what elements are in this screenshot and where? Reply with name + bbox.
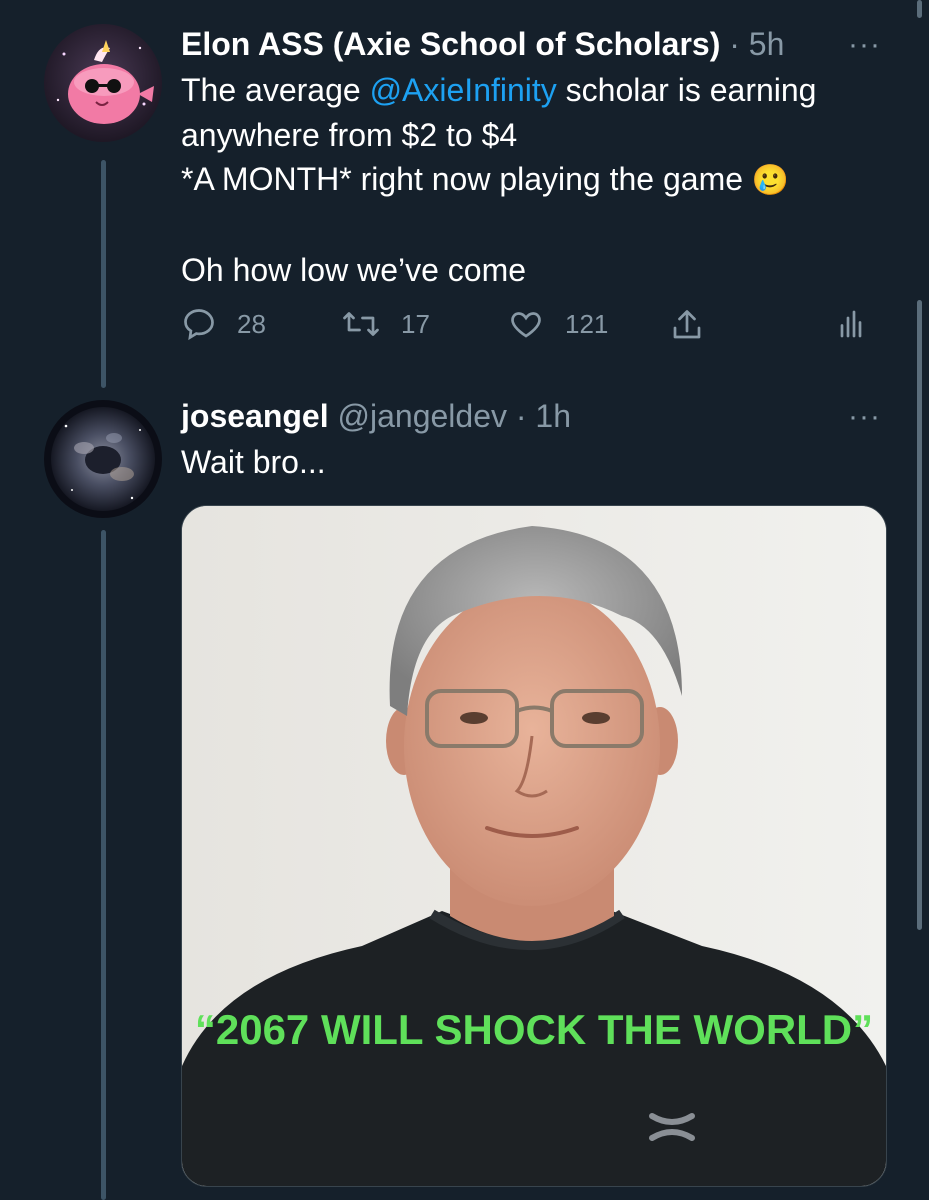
reply-icon (184, 309, 214, 341)
media-caption-text: “2067 WILL SHOCK THE WORLD” (194, 1006, 874, 1053)
avatar[interactable] (44, 24, 162, 142)
tweet-header: joseangel @jangeldev · 1h (181, 398, 571, 435)
thread-connector-line (101, 530, 106, 1200)
tweet-text-line: The average @AxieInfinity scholar is ear… (181, 72, 817, 108)
like-count: 121 (565, 308, 609, 339)
retweet-button[interactable]: 17 (341, 306, 430, 342)
author-name[interactable]: joseangel (181, 398, 329, 434)
reply-button[interactable]: 28 (181, 306, 266, 342)
tweet-text: Wait bro... (181, 440, 891, 485)
tweet-media-image[interactable]: “2067 WILL SHOCK THE WORLD” (181, 505, 887, 1187)
crying-smile-emoji: 🥲 (751, 163, 790, 198)
tweet-text: The average @AxieInfinity scholar is ear… (181, 68, 891, 293)
scrollbar[interactable] (917, 0, 922, 18)
avatar[interactable] (44, 400, 162, 518)
retweet-icon (343, 312, 379, 336)
analytics-icon (840, 310, 862, 338)
mention-link[interactable]: @AxieInfinity (370, 72, 557, 108)
photo-portrait (182, 506, 886, 1186)
tweet-actions: 28 17 121 (181, 306, 881, 350)
analytics-button[interactable] (839, 306, 883, 342)
share-icon (673, 310, 701, 339)
tweet-timestamp[interactable]: · 5h (720, 26, 784, 62)
like-button[interactable]: 121 (507, 306, 608, 342)
heart-icon (511, 312, 541, 338)
share-button[interactable] (669, 306, 725, 344)
retweet-count: 17 (401, 308, 430, 339)
scrollbar-thumb[interactable] (917, 300, 922, 930)
tweet-text-line: Oh how low we’ve come (181, 252, 527, 288)
tweet-text-line: *A MONTH* right now playing the game 🥲 (181, 161, 790, 198)
tweet-text-line: anywhere from $2 to $4 (181, 116, 518, 153)
thread-connector-line (101, 160, 106, 388)
tweet-header: Elon ASS (Axie School of Scholars) · 5h (181, 26, 784, 63)
tweet-text-line: Wait bro... (181, 444, 326, 480)
author-name[interactable]: Elon ASS (Axie School of Scholars) (181, 26, 720, 62)
reply-count: 28 (237, 308, 266, 339)
more-options-icon[interactable]: ··· (848, 400, 881, 434)
author-handle-timestamp[interactable]: @jangeldev · 1h (329, 398, 572, 434)
more-options-icon[interactable]: ··· (848, 28, 881, 62)
